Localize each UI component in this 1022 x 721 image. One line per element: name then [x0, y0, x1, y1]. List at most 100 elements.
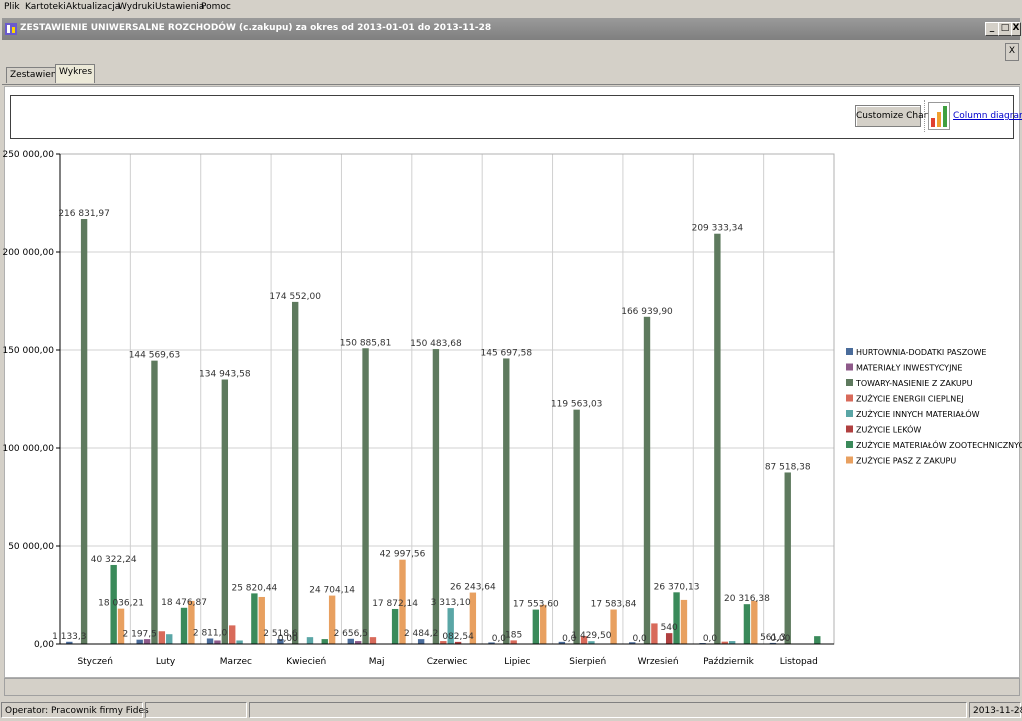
bar	[503, 358, 510, 644]
data-label: 209 333,34	[692, 224, 744, 234]
bar	[347, 638, 354, 644]
data-label: 216 831,97	[58, 209, 110, 219]
bar	[321, 639, 328, 644]
data-label: 166 939,90	[621, 307, 673, 317]
bar	[214, 640, 221, 644]
data-label: 20 316,38	[724, 594, 770, 604]
bar	[680, 599, 688, 644]
legend-label: ZUŻYCIE ENERGII CIEPLNEJ	[856, 394, 964, 404]
data-label: 0,0	[703, 634, 718, 644]
y-tick-label: 50 000,00	[8, 542, 54, 552]
data-label: 24 704,14	[309, 586, 355, 596]
column-chart: 0,00 50 000,00 100 000,00 150 000,00 200 000…	[2, 150, 1022, 667]
x-tick-label: Październik	[703, 657, 754, 667]
bar	[151, 360, 158, 644]
legend-swatch	[846, 410, 853, 417]
legend-label: MATERIAŁY INWESTYCYJNE	[856, 364, 962, 373]
status-panel-2	[145, 702, 247, 718]
data-label: 18 036,21	[98, 599, 144, 609]
data-label: 0,00	[278, 634, 298, 644]
data-label: 2 811,0	[193, 628, 228, 638]
status-date: 2013-11-28	[969, 702, 1022, 718]
bar	[784, 472, 791, 644]
bar	[180, 607, 188, 644]
data-label: 2 197,5	[123, 630, 157, 640]
x-tick-label: Maj	[369, 657, 385, 667]
bar	[291, 301, 299, 644]
legend-swatch	[846, 441, 853, 448]
data-label: 1 133,3	[52, 632, 86, 642]
bar	[751, 600, 758, 644]
legend-label: HURTOWNIA-DODATKI PASZOWE	[856, 348, 986, 357]
bar	[665, 633, 673, 644]
data-label: 17 583,84	[591, 600, 637, 610]
legend-swatch	[846, 348, 853, 355]
bar	[158, 631, 166, 644]
bar	[143, 639, 151, 644]
horizontal-scrollbar[interactable]	[4, 678, 1020, 696]
y-tick-label: 150 000,00	[2, 346, 54, 356]
bar	[369, 637, 377, 644]
legend-label: ZUŻYCIE PASZ Z ZAKUPU	[856, 456, 956, 466]
bar	[643, 316, 651, 644]
data-label: 2 656,5	[334, 629, 368, 639]
data-label: 119 563,03	[551, 400, 603, 410]
x-tick-label: Marzec	[220, 657, 252, 667]
x-tick-label: Styczeń	[77, 657, 112, 667]
bar	[540, 604, 547, 644]
x-tick-label: Listopad	[780, 657, 818, 667]
data-label: 26 370,13	[654, 582, 700, 592]
legend-swatch	[846, 456, 853, 464]
status-bar: Operator: Pracownik firmy Fides 2013-11-…	[0, 700, 1022, 721]
legend-swatch	[846, 379, 853, 386]
legend-swatch	[846, 363, 853, 371]
data-label: 145 697,58	[481, 348, 533, 358]
legend-swatch	[846, 394, 853, 402]
legend-label: ZUŻYCIE MATERIAŁÓW ZOOTECHNICZNYCH	[856, 439, 1022, 450]
data-label: 150 483,68	[410, 339, 462, 349]
bars	[66, 219, 821, 644]
bar	[229, 625, 236, 644]
bar	[206, 638, 214, 644]
status-operator: Operator: Pracownik firmy Fides	[1, 702, 149, 718]
y-tick-label: 100 000,00	[2, 444, 54, 454]
data-label: 3 313,10	[431, 598, 471, 608]
data-label: 2 484,2	[404, 629, 438, 639]
data-label: 540	[661, 623, 678, 633]
bar	[814, 636, 821, 644]
bar	[532, 609, 540, 644]
legend-label: ZUŻYCIE INNYCH MATERIAŁÓW	[856, 408, 980, 419]
y-tick-label: 250 000,00	[2, 150, 54, 160]
bar	[236, 640, 243, 644]
data-label: 25 820,44	[231, 583, 277, 593]
legend: HURTOWNIA-DODATKI PASZOWE MATERIAŁY INWES…	[846, 348, 1022, 466]
x-tick-label: Kwiecień	[286, 657, 326, 667]
y-tick-label: 200 000,00	[2, 248, 54, 258]
data-label: 42 997,56	[380, 550, 426, 560]
x-tick-label: Sierpień	[569, 657, 606, 667]
data-label: 17 553,60	[513, 600, 559, 610]
data-label: 0,00	[770, 634, 790, 644]
x-tick-label: Lipiec	[504, 657, 530, 667]
bar	[510, 640, 517, 644]
bar	[80, 219, 88, 644]
x-tick-label: Wrzesień	[638, 657, 679, 667]
x-axis: Styczeń Luty Marzec Kwiecień Maj Czerwiec Lipi…	[60, 643, 834, 667]
data-label: 87 518,38	[765, 462, 811, 472]
y-axis: 0,0050 000,00100 000,00150 000,00200 000…	[2, 150, 61, 650]
data-label: 174 552,00	[269, 292, 321, 302]
data-label: 17 872,14	[372, 599, 418, 609]
data-labels: 1 133,3 2 197,5 2 811,0 2 518,6 2 656,5 2 484…	[52, 209, 811, 644]
bar	[651, 623, 658, 644]
legend-label: ZUŻYCIE LEKÓW	[856, 424, 921, 435]
data-label: 18 476,87	[161, 598, 207, 608]
bar	[714, 233, 721, 644]
legend-label: TOWARY-NASIENIE Z ZAKUPU	[855, 379, 973, 388]
bar	[573, 409, 580, 644]
data-label: 26 243,64	[450, 583, 496, 593]
data-label: 134 943,58	[199, 370, 251, 380]
bar	[743, 604, 751, 644]
data-label: 144 569,63	[129, 351, 181, 361]
bar	[166, 634, 173, 644]
data-label: 082,54	[442, 632, 474, 642]
